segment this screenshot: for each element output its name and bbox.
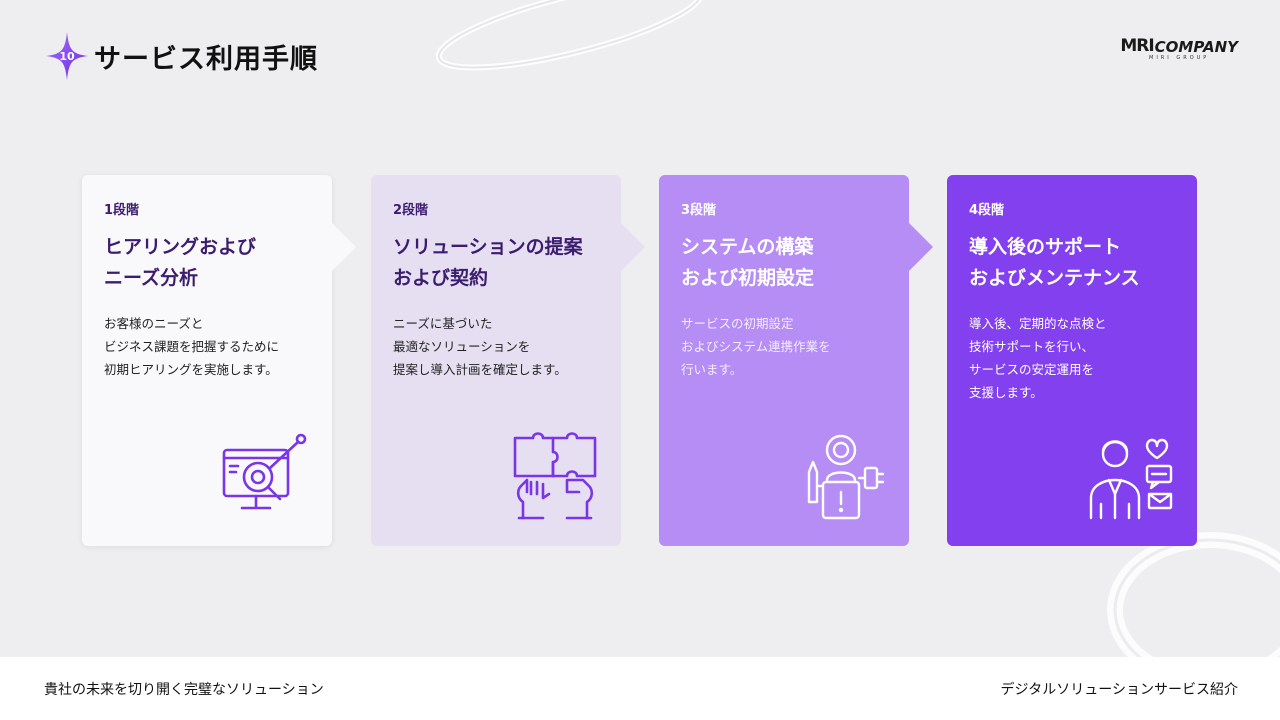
page-title: サービス利用手順 (94, 43, 318, 75)
step-label: 2段階 (393, 203, 429, 218)
step-star-badge: 10 (44, 30, 90, 82)
step-heading: ソリューションの提案 および契約 (393, 236, 583, 289)
step-card-2: 2段階 ソリューションの提案 および契約 ニーズに基づいた 最適なソリューション… (371, 175, 621, 546)
footer-tagline: 貴社の未来を切り開く完璧なソリューション (44, 681, 324, 698)
step-card-3: 3段階 システムの構築 および初期設定 サービスの初期設定 およびシステム連携作… (659, 175, 909, 546)
step-heading: システムの構築 および初期設定 (681, 236, 815, 289)
logo-mark: MRI (1120, 36, 1154, 56)
footer-section-title: デジタルソリューションサービス紹介 (1000, 681, 1238, 698)
step-label: 1段階 (104, 203, 140, 218)
step-description: サービスの初期設定 およびシステム連携作業を 行います。 (681, 316, 831, 377)
step-arrow (621, 223, 645, 271)
step-label: 4段階 (969, 203, 1005, 218)
step-label: 3段階 (681, 203, 717, 218)
step-arrow (909, 223, 933, 271)
step-description: お客様のニーズと ビジネス課題を把握するために 初期ヒアリングを実施します。 (104, 316, 280, 377)
engineer-setup-icon (807, 434, 885, 520)
company-logo: MRI COMPANY MIRI GROUP (1120, 36, 1238, 61)
step-arrow (332, 223, 356, 271)
step-description: ニーズに基づいた 最適なソリューションを 提案し導入計画を確定します。 (393, 316, 567, 377)
logo-name: COMPANY (1154, 38, 1238, 56)
page-footer: 貴社の未来を切り開く完璧なソリューション デジタルソリューションサービス紹介 (0, 657, 1280, 720)
page-header: 10 サービス利用手順 (44, 30, 318, 82)
puzzle-hands-icon (513, 432, 597, 520)
step-heading: ヒアリングおよび ニーズ分析 (104, 236, 257, 289)
step-number: 10 (59, 49, 75, 63)
step-description: 導入後、定期的な点検と 技術サポートを行い、 サービスの安定運用を 支援します。 (969, 316, 1107, 400)
step-heading: 導入後のサポート およびメンテナンス (969, 236, 1140, 289)
step-card-4: 4段階 導入後のサポート およびメンテナンス 導入後、定期的な点検と 技術サポー… (947, 175, 1197, 546)
support-agent-icon (1089, 438, 1173, 520)
monitor-magnifier-icon (222, 433, 307, 510)
background-ring-top (435, 0, 705, 71)
step-card-1: 1段階 ヒアリングおよび ニーズ分析 お客様のニーズと ビジネス課題を把握するた… (82, 175, 332, 546)
